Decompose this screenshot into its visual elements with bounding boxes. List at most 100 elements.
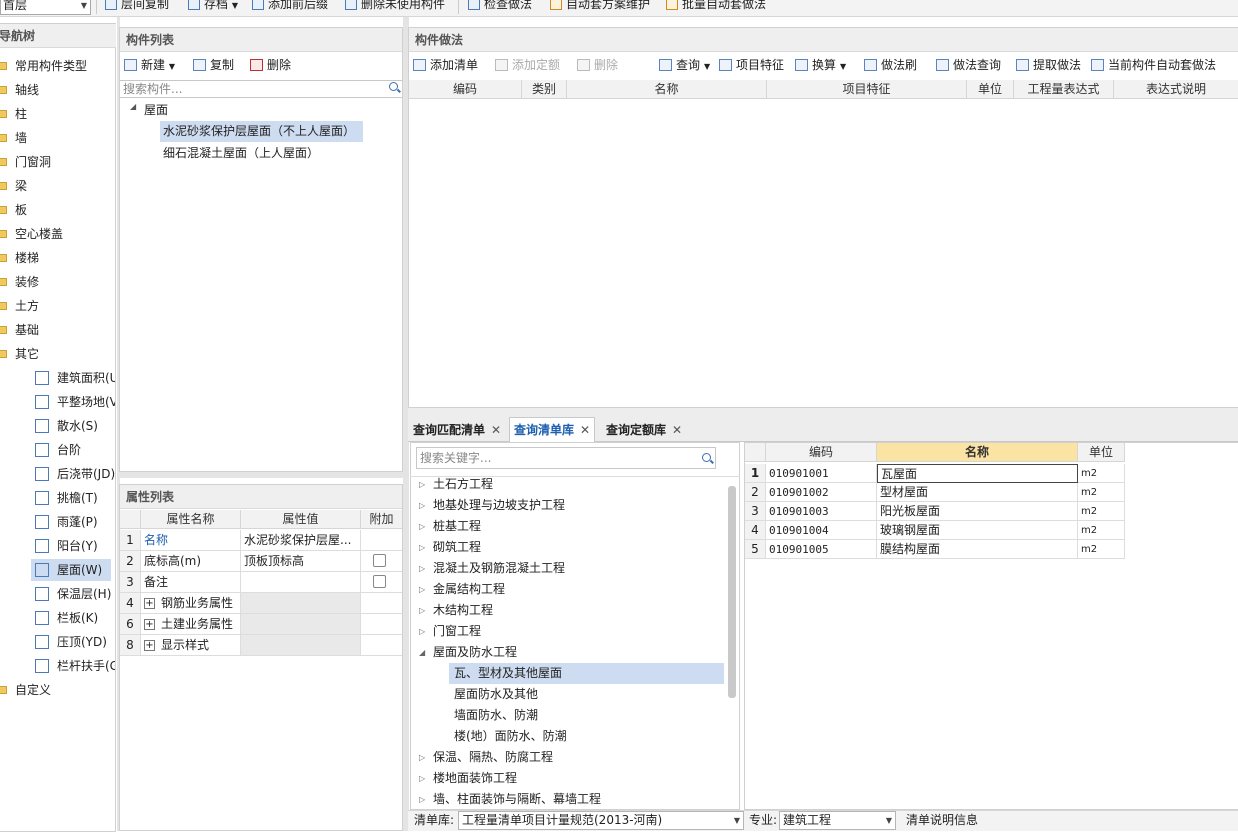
prop-header-value: 属性值: [241, 510, 361, 529]
nav-sub-item[interactable]: 保温层(H): [35, 583, 115, 605]
delete-component-button[interactable]: 删除: [250, 55, 291, 75]
tree-expand-icon[interactable]: ▷: [419, 495, 425, 516]
tree-sub-item[interactable]: 瓦、型材及其他屋面: [449, 663, 724, 684]
result-name[interactable]: 阳光板屋面: [877, 502, 1078, 521]
method-btn-7[interactable]: 做法查询: [936, 55, 1001, 75]
delete-unused-button[interactable]: 删除未使用构件: [345, 0, 445, 13]
save-archive-button[interactable]: 存档 ▼: [188, 0, 238, 13]
method-btn-3[interactable]: 查询 ▼: [659, 55, 710, 75]
method-btn-9[interactable]: 当前构件自动套做法: [1091, 55, 1216, 75]
close-icon[interactable]: ✕: [580, 423, 590, 437]
nav-sub-item-label: 阳台(Y): [57, 539, 98, 553]
method-btn-5[interactable]: 换算 ▼: [795, 55, 846, 75]
tree-expand-icon[interactable]: ▷: [419, 621, 425, 642]
result-name[interactable]: 膜结构屋面: [877, 540, 1078, 559]
major-select[interactable]: 建筑工程 ▼: [779, 811, 896, 830]
extra-checkbox[interactable]: [373, 575, 386, 588]
result-code[interactable]: 010901002: [766, 483, 877, 502]
result-code[interactable]: 010901001: [766, 464, 877, 483]
method-btn-label: 提取做法: [1033, 58, 1082, 72]
nav-sub-item[interactable]: 后浇带(JD): [35, 463, 115, 485]
nav-sub-item[interactable]: 屋面(W): [31, 559, 111, 581]
component-item[interactable]: 细石混凝土屋面（上人屋面）: [163, 143, 319, 164]
nav-item-label: 板: [15, 203, 28, 217]
expand-plus-icon[interactable]: +: [144, 640, 155, 651]
close-icon[interactable]: ✕: [491, 423, 501, 437]
nav-sub-item[interactable]: 平整场地(V): [35, 391, 115, 413]
prop-value[interactable]: 水泥砂浆保护层屋...: [241, 530, 361, 551]
extra-checkbox[interactable]: [373, 554, 386, 567]
chevron-down-icon: ▼: [231, 1, 238, 10]
expand-plus-icon[interactable]: +: [144, 598, 155, 609]
keyword-search-input[interactable]: 搜索关键字...: [416, 447, 716, 469]
prop-value[interactable]: [241, 635, 361, 656]
close-icon[interactable]: ✕: [672, 423, 682, 437]
prop-header-num: [120, 510, 141, 529]
result-name[interactable]: 型材屋面: [877, 483, 1078, 502]
result-name[interactable]: 玻璃钢屋面: [877, 521, 1078, 540]
tree-expand-icon[interactable]: ▷: [419, 768, 425, 789]
tree-sub-item[interactable]: 墙面防水、防潮: [449, 705, 538, 726]
tree-expand-icon[interactable]: ▷: [419, 558, 425, 579]
add-prefix-suffix-button[interactable]: 添加前后缀: [252, 0, 328, 13]
nav-sub-item[interactable]: 建筑面积(U): [35, 367, 115, 389]
method-header-3: 项目特征: [767, 80, 967, 99]
method-header-2: 名称: [567, 80, 767, 99]
tree-sub-item[interactable]: 楼(地）面防水、防潮: [449, 726, 567, 747]
nav-sub-item[interactable]: 台阶: [35, 439, 115, 461]
prop-value[interactable]: [241, 614, 361, 635]
result-code[interactable]: 010901004: [766, 521, 877, 540]
expand-plus-icon[interactable]: +: [144, 619, 155, 630]
tree-expand-icon[interactable]: ▷: [419, 516, 425, 537]
tree-root-roof[interactable]: 屋面: [144, 100, 168, 120]
tab-quota-library[interactable]: 查询定额库 ✕: [602, 418, 686, 442]
batch-auto-button[interactable]: 批量自动套做法: [666, 0, 766, 13]
nav-sub-item[interactable]: 阳台(Y): [35, 535, 115, 557]
tree-expand-icon[interactable]: ▷: [419, 474, 425, 495]
tree-sub-item[interactable]: 屋面防水及其他: [449, 684, 538, 705]
method-btn-0[interactable]: 添加清单: [413, 55, 478, 75]
floor-select[interactable]: 首层 ▼: [0, 0, 91, 15]
nav-sub-item[interactable]: 散水(S): [35, 415, 115, 437]
nav-sub-item[interactable]: 栏板(K): [35, 607, 115, 629]
tab-list-library[interactable]: 查询清单库 ✕: [509, 417, 596, 443]
prop-value[interactable]: 顶板顶标高: [241, 551, 361, 572]
chevron-down-icon: ▼: [733, 816, 740, 825]
result-header-num: [745, 443, 766, 462]
result-code[interactable]: 010901005: [766, 540, 877, 559]
prop-value[interactable]: [241, 572, 361, 593]
prop-value[interactable]: [241, 593, 361, 614]
auto-scheme-button[interactable]: 自动套方案维护: [550, 0, 650, 13]
nav-sub-item[interactable]: 雨蓬(P): [35, 511, 115, 533]
new-label: 新建: [141, 58, 166, 72]
list-library-select[interactable]: 工程量清单项目计量规范(2013-河南) ▼: [458, 811, 744, 830]
tree-expand-icon[interactable]: ▷: [419, 747, 425, 768]
result-code[interactable]: 010901003: [766, 502, 877, 521]
nav-sub-item[interactable]: 压顶(YD): [35, 631, 115, 653]
method-header-1: 类别: [522, 80, 567, 99]
new-component-button[interactable]: 新建 ▼: [124, 55, 175, 75]
nav-sub-item[interactable]: 栏杆扶手(G): [35, 655, 115, 677]
list-info-link[interactable]: 清单说明信息: [906, 810, 978, 831]
tree-expand-icon[interactable]: ◢: [419, 642, 425, 663]
splitter[interactable]: [119, 472, 403, 478]
nav-sub-item[interactable]: 挑檐(T): [35, 487, 115, 509]
tree-scrollbar[interactable]: [728, 486, 736, 698]
tree-expand-icon[interactable]: ▷: [419, 579, 425, 600]
floor-copy-button[interactable]: 层间复制: [105, 0, 169, 13]
method-btn-4[interactable]: 项目特征: [719, 55, 784, 75]
check-method-button[interactable]: 检查做法: [468, 0, 532, 13]
method-btn-8[interactable]: 提取做法: [1016, 55, 1081, 75]
collapse-triangle-icon[interactable]: ◢: [130, 102, 136, 111]
tree-expand-icon[interactable]: ▷: [419, 537, 425, 558]
tab-match-list[interactable]: 查询匹配清单 ✕: [409, 418, 505, 442]
result-name[interactable]: 瓦屋面: [877, 464, 1078, 483]
component-search-input[interactable]: 搜索构件...: [120, 80, 402, 98]
floor-copy-label: 层间复制: [121, 0, 170, 11]
tree-expand-icon[interactable]: ▷: [419, 789, 425, 810]
copy-component-button[interactable]: 复制: [193, 55, 234, 75]
component-item-selected[interactable]: 水泥砂浆保护层屋面（不上人屋面）: [160, 121, 363, 142]
method-btn-6[interactable]: 做法刷: [864, 55, 917, 75]
copy-icon: [105, 0, 117, 10]
tree-expand-icon[interactable]: ▷: [419, 600, 425, 621]
